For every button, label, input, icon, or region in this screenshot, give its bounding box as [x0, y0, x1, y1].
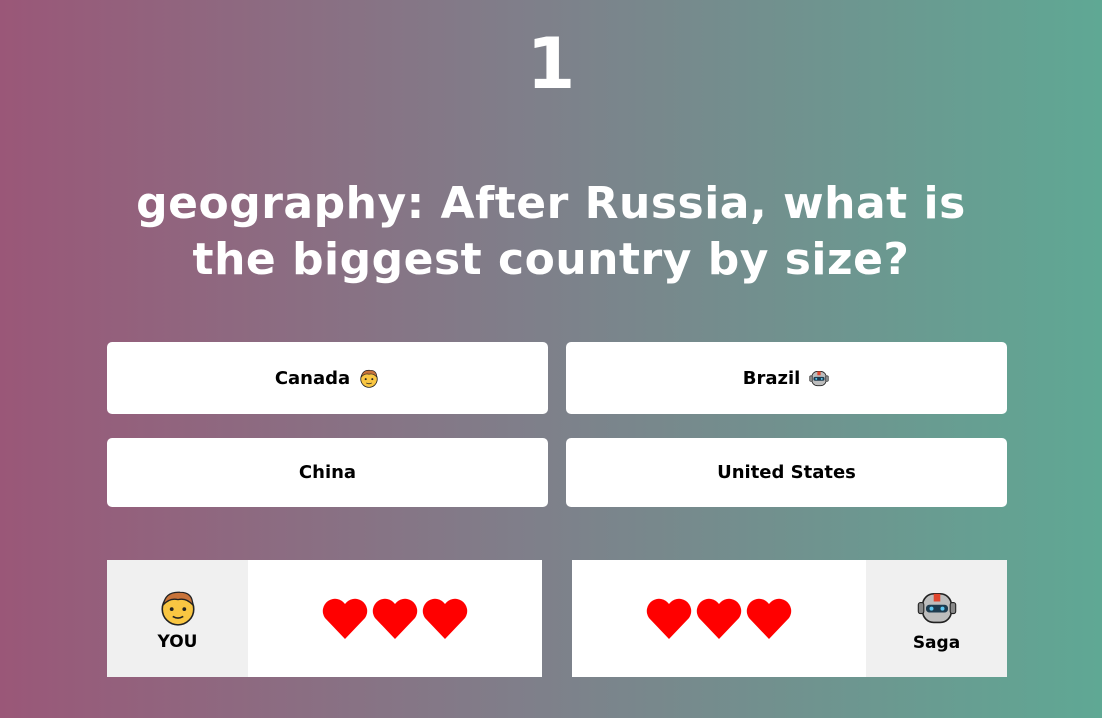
heart-icon — [746, 598, 792, 639]
question-text: geography: After Russia, what is the big… — [136, 178, 966, 285]
heart-icon — [696, 598, 742, 639]
boy-face-icon — [160, 591, 195, 626]
answer-label: Canada — [274, 367, 351, 389]
opponent-lives — [572, 560, 866, 677]
heart-icon — [372, 598, 418, 639]
player-lives — [248, 560, 542, 677]
answer-label: Brazil — [742, 367, 801, 389]
opponent-name: Saga — [912, 632, 961, 653]
opponent-avatar-box: Saga — [866, 560, 1007, 677]
answer-label: China — [298, 462, 357, 483]
heart-icon — [322, 598, 368, 639]
answer-button-canada[interactable]: Canada — [107, 342, 548, 414]
answer-button-united-states[interactable]: United States — [566, 438, 1007, 507]
round-number: 1 — [526, 23, 576, 105]
heart-icon — [646, 598, 692, 639]
player-name: YOU — [157, 631, 198, 652]
player-avatar-box: YOU — [107, 560, 248, 677]
answer-button-china[interactable]: China — [107, 438, 548, 507]
answer-button-brazil[interactable]: Brazil — [566, 342, 1007, 414]
opponent-panel: Saga — [572, 560, 1007, 677]
robot-icon — [917, 592, 956, 623]
answer-label: United States — [717, 462, 856, 483]
boy-face-icon — [360, 369, 378, 388]
heart-icon — [422, 598, 468, 639]
player-panel: YOU — [107, 560, 542, 677]
robot-icon — [809, 370, 829, 387]
